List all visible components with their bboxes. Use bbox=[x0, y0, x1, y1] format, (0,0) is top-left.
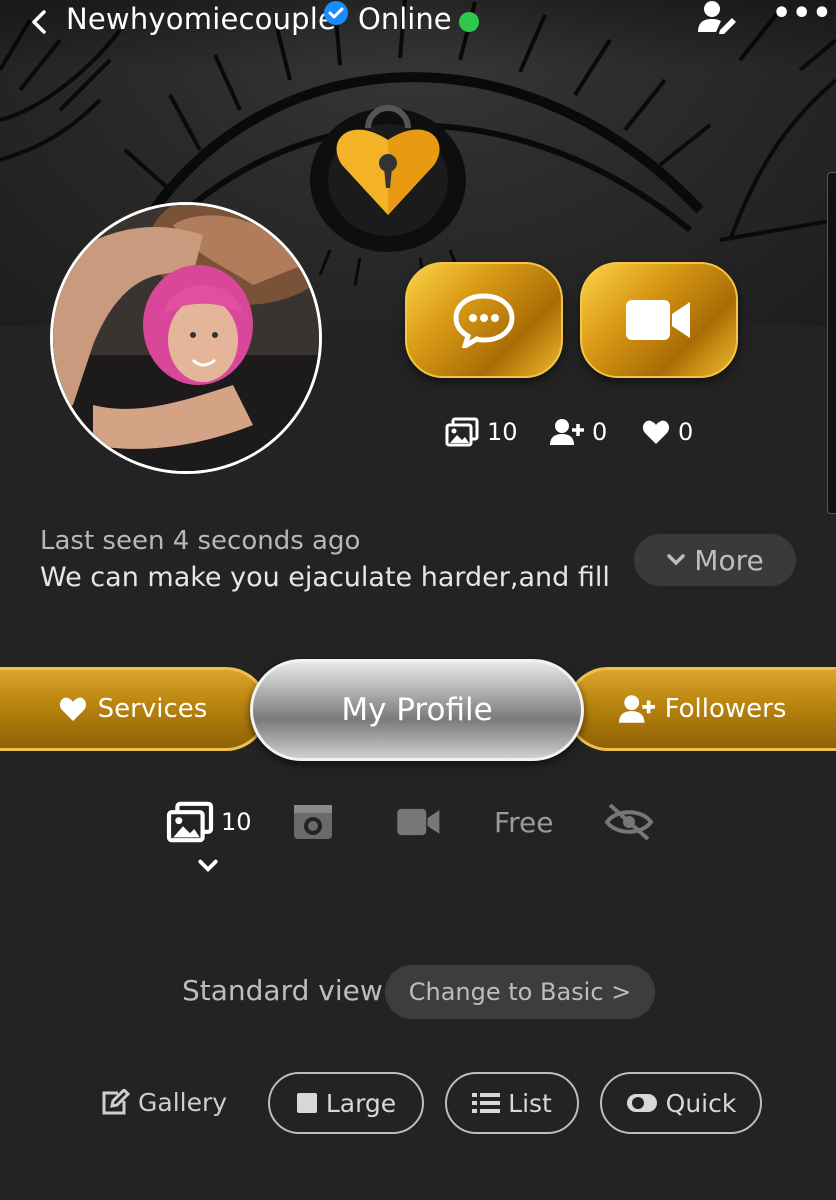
eye-slash-icon bbox=[604, 803, 654, 841]
tab-followers-label: Followers bbox=[664, 694, 787, 724]
photos-count[interactable]: 10 bbox=[445, 414, 518, 450]
layout-large-label: Large bbox=[325, 1088, 397, 1118]
online-status-dot bbox=[459, 12, 479, 32]
more-menu-icon[interactable]: ••• bbox=[772, 0, 833, 31]
filter-hidden[interactable] bbox=[604, 800, 654, 844]
tab-my-profile-label: My Profile bbox=[341, 692, 493, 728]
chevron-down-icon bbox=[667, 554, 686, 566]
video-camera-icon bbox=[397, 808, 440, 836]
followers-count[interactable]: 0 bbox=[550, 414, 607, 450]
user-edit-icon[interactable] bbox=[696, 0, 738, 34]
photos-icon bbox=[445, 417, 479, 447]
user-plus-icon bbox=[550, 419, 584, 445]
followers-count-value: 0 bbox=[592, 418, 608, 446]
online-status: Online bbox=[358, 2, 452, 36]
chat-bubble-icon bbox=[453, 293, 515, 348]
layout-list-label: List bbox=[508, 1088, 552, 1118]
verified-badge-icon bbox=[324, 1, 348, 25]
layout-list-button[interactable]: List bbox=[445, 1072, 579, 1134]
avatar-photo bbox=[53, 205, 319, 471]
profile-avatar[interactable] bbox=[50, 202, 322, 474]
filter-photos-count: 10 bbox=[221, 808, 252, 836]
filter-camera[interactable] bbox=[292, 800, 334, 844]
tab-my-profile[interactable]: My Profile bbox=[250, 659, 584, 761]
camera-icon bbox=[294, 805, 332, 839]
profile-username: Newhyomiecouple bbox=[66, 2, 337, 36]
video-call-button[interactable] bbox=[580, 262, 738, 378]
filter-free[interactable]: Free bbox=[494, 800, 553, 844]
gallery-edit-button[interactable]: Gallery bbox=[100, 1088, 227, 1117]
layout-quick-label: Quick bbox=[665, 1088, 737, 1118]
tab-followers[interactable]: Followers bbox=[566, 667, 836, 751]
profile-bio: We can make you ejaculate harder,and fil… bbox=[40, 562, 610, 593]
tab-services-label: Services bbox=[97, 694, 208, 724]
chevron-left-icon[interactable] bbox=[26, 8, 54, 36]
list-icon bbox=[472, 1093, 501, 1113]
filter-videos[interactable] bbox=[396, 800, 442, 844]
square-icon bbox=[296, 1093, 317, 1113]
tab-services[interactable]: Services bbox=[0, 667, 268, 751]
likes-count-value: 0 bbox=[678, 418, 694, 446]
more-button-label: More bbox=[694, 543, 764, 577]
filter-photos[interactable]: 10 bbox=[165, 800, 252, 844]
change-view-button[interactable]: Change to Basic > bbox=[385, 965, 655, 1019]
layout-quick-button[interactable]: Quick bbox=[600, 1072, 762, 1134]
chevron-down-icon[interactable] bbox=[197, 858, 219, 874]
edit-icon bbox=[102, 1088, 130, 1114]
chat-button[interactable] bbox=[405, 262, 563, 378]
toggle-icon bbox=[626, 1094, 657, 1112]
user-plus-icon bbox=[618, 695, 655, 723]
heart-icon bbox=[59, 697, 86, 721]
likes-count[interactable]: 0 bbox=[642, 414, 693, 450]
side-scroll-handle[interactable] bbox=[827, 172, 836, 514]
last-seen-text: Last seen 4 seconds ago bbox=[40, 526, 361, 556]
layout-large-button[interactable]: Large bbox=[268, 1072, 424, 1134]
photos-count-value: 10 bbox=[487, 418, 518, 446]
video-camera-icon bbox=[626, 300, 690, 340]
photos-icon bbox=[166, 801, 214, 843]
more-button[interactable]: More bbox=[634, 534, 796, 586]
view-mode-label: Standard view bbox=[182, 974, 383, 1007]
gallery-label: Gallery bbox=[138, 1088, 228, 1117]
heart-icon bbox=[642, 420, 670, 444]
